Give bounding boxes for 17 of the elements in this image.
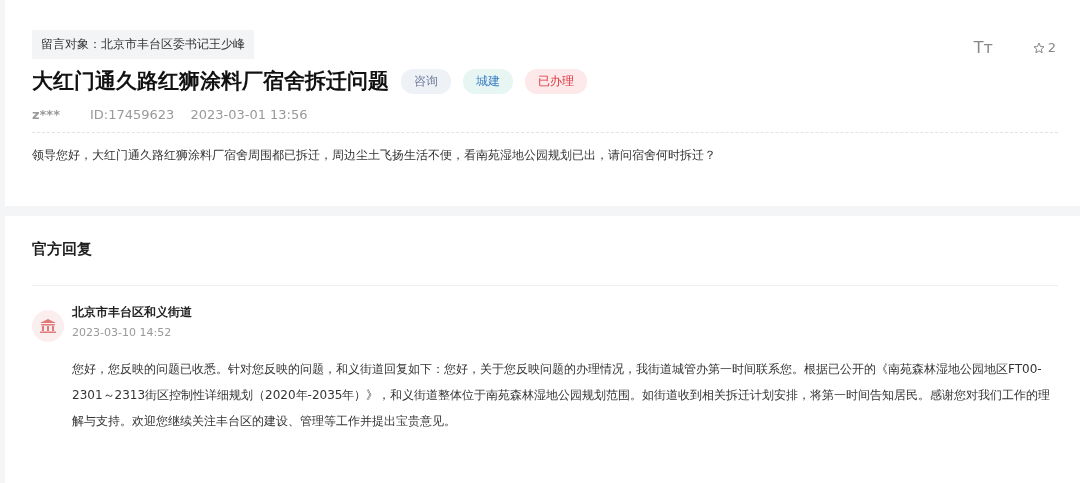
section-heading: 官方回复: [32, 240, 1058, 286]
question-id: ID:17459623: [89, 107, 175, 122]
category-tag: 已办理: [525, 68, 587, 94]
building-icon: [39, 318, 57, 334]
star-icon: [1032, 41, 1045, 54]
category-tag: 咨询: [401, 68, 451, 94]
reply-text: 您好，您反映的问题已收悉。针对您反映的问题，和义街道回复如下：您好，关于您反映问题的办理情况，我街道城管办第一时间联系您。根据已公开的《南苑森林湿地公园地区FT00-2301～2313街区控制性详细规划（2020年-2035年）》，和义街道整体位于南苑森林湿地公园规划范围。如街道收到相关拆迁计划安排，将第一时间告知居民。感谢您对我们工作的理解与支持。欢迎您继续关注丰台区的建设、管理等工作并提出宝贵意见。: [72, 361, 1052, 430]
category-tag: 城建: [463, 68, 513, 94]
question-title: 大红门通久路红狮涂料厂宿舍拆迁问题: [32, 68, 389, 95]
user-name: z***: [32, 107, 60, 122]
responder-name: 北京市丰台区和义街道: [72, 304, 192, 321]
reply-time: 2023-03-10 14:52: [72, 326, 173, 339]
question-text: 领导您好，大红门通久路红狮涂料厂宿舍周围都已拆迁，周边尘土飞扬生活不便，看南苑湿地公园规划已出，请问宿舍何时拆迁？: [32, 147, 717, 164]
font-size-toggle[interactable]: Tт: [973, 38, 993, 57]
favorite-button[interactable]: 2: [1032, 40, 1056, 55]
post-time: 2023-03-01 13:56: [190, 107, 308, 122]
recipient-label: 留言对象：北京市丰台区委书记王少峰: [32, 30, 254, 59]
